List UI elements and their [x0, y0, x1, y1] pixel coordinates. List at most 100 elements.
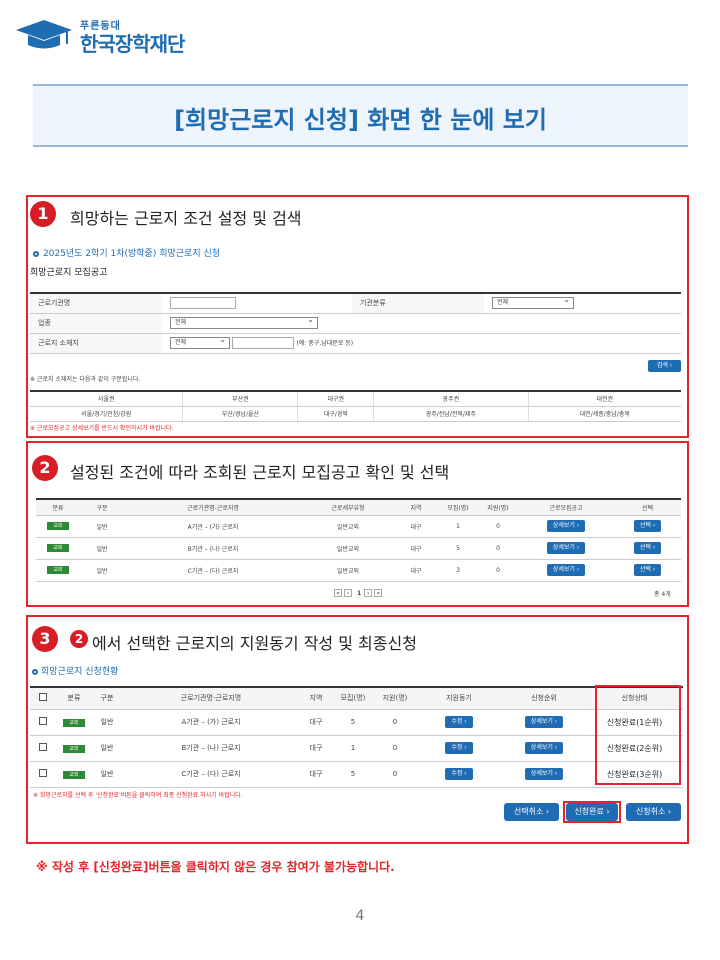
col-header: 모집(명)	[438, 499, 478, 516]
bullet-icon	[33, 250, 39, 257]
location-select[interactable]: 전체	[170, 335, 230, 349]
view-button[interactable]: 상세보기 ›	[546, 564, 586, 576]
cancel-select-button[interactable]: 선택취소 ›	[504, 803, 559, 821]
pagination: «‹ 1 ›»	[334, 589, 384, 597]
col-header: 근로세부유형	[302, 499, 394, 516]
view-button[interactable]: 상세보기 ›	[546, 542, 586, 554]
region-head: 서울권	[30, 391, 184, 407]
col-header: 근로모집공고	[518, 499, 614, 516]
col-header: 분류	[56, 687, 92, 710]
detail-note: ※ 근로모집공고 상세보기를 반드시 확인하시기 바랍니다.	[30, 425, 174, 432]
region-head: 대전권	[528, 391, 681, 407]
row-checkbox[interactable]	[39, 743, 47, 751]
select-button[interactable]: 선택 ›	[633, 564, 662, 576]
industry-select[interactable]: 전체	[170, 315, 318, 329]
last-page-button[interactable]: »	[374, 589, 383, 597]
region-body: 광주/전남/전북/제주	[373, 406, 529, 422]
applied-cell: 0	[478, 559, 518, 582]
view-button[interactable]: 상세보기 ›	[524, 768, 564, 780]
view-button[interactable]: 상세보기 ›	[524, 742, 564, 754]
kosaf-logo: 푸른등대 한국장학재단	[16, 16, 216, 56]
edit-motivation-button[interactable]: 수정 ›	[445, 742, 473, 754]
col-header: 지원(명)	[374, 687, 416, 710]
page-number: 4	[355, 908, 365, 924]
table-row: 교외 일반 B기관 – (나) 근로지 대구 1 0 수정 › 상세보기 › 신…	[30, 735, 683, 762]
view-button[interactable]: 상세보기 ›	[524, 716, 564, 728]
step2-heading: 설정된 조건에 따라 조회된 근로지 모집공고 확인 및 선택	[70, 463, 450, 482]
category-select[interactable]: 전체	[492, 295, 574, 310]
detail-cell: 일반교외	[302, 515, 394, 538]
category-label: 기관분류	[352, 293, 484, 314]
location-input[interactable]	[232, 337, 295, 349]
region-body: 서울/경기/인천/강원	[30, 406, 184, 422]
category-badge: 교외	[63, 770, 85, 779]
type-cell: 일반	[92, 735, 122, 762]
edit-motivation-button[interactable]: 수정 ›	[445, 768, 473, 780]
region-cell: 대구	[394, 537, 438, 560]
table-row: 교외 일반 A기관 – (가) 근로지 대구 5 0 수정 › 상세보기 › 신…	[30, 709, 683, 736]
select-button[interactable]: 선택 ›	[633, 520, 662, 532]
name-cell: C기관 – (다) 근로지	[124, 559, 302, 582]
applied-cell: 0	[374, 709, 416, 736]
col-header: 지원(명)	[478, 499, 518, 516]
bullet-icon	[32, 668, 38, 675]
recruit-cell: 3	[438, 559, 478, 582]
region-cell: 대구	[394, 515, 438, 538]
view-button[interactable]: 상세보기 ›	[546, 520, 586, 532]
board-title: 희망근로지 모집공고	[30, 268, 108, 278]
name-cell: B기관 – (나) 근로지	[122, 735, 300, 762]
industry-label: 업종	[30, 313, 162, 334]
table-row: 교외 일반 C기관 – (다) 근로지 일반교외 대구 3 0 상세보기 › 선…	[36, 559, 681, 582]
step2-ref-number: 2	[70, 630, 88, 648]
category-badge: 교외	[47, 522, 69, 530]
step1-heading: 희망하는 근로지 조건 설정 및 검색	[70, 209, 302, 228]
region-table: 서울권 부산권 대구권 광주권 대전권 서울/경기/인천/강원 부산/경남/울산…	[30, 390, 681, 422]
title-bottom-rule	[33, 145, 688, 147]
applied-cell: 0	[478, 537, 518, 560]
filter-table: 근로기관명 기관분류 전체 업종 전체 근로지 소재지 전체 (예: 중구,남대…	[30, 292, 681, 354]
type-cell: 일반	[80, 537, 124, 560]
region-head: 대구권	[297, 391, 375, 407]
col-header: 모집(명)	[332, 687, 374, 710]
region-body: 대전/세종/충남/충북	[528, 406, 681, 422]
region-body: 부산/경남/울산	[182, 406, 299, 422]
logo-name: 한국장학재단	[80, 32, 185, 56]
detail-cell: 일반교외	[302, 537, 394, 560]
applied-cell: 0	[374, 735, 416, 762]
name-cell: C기관 – (다) 근로지	[122, 761, 300, 788]
current-page[interactable]: 1	[357, 590, 361, 597]
row-checkbox[interactable]	[39, 717, 47, 725]
complete-button[interactable]: 신청완료 ›	[566, 803, 618, 821]
select-button[interactable]: 선택 ›	[633, 542, 662, 554]
step3-heading: 에서 선택한 근로지의 지원동기 작성 및 최종신청	[92, 634, 417, 653]
prev-page-button[interactable]: ‹	[344, 589, 352, 597]
step2-number: 2	[32, 455, 58, 481]
first-page-button[interactable]: «	[334, 589, 342, 597]
table-row: 교외 일반 B기관 – (나) 근로지 일반교외 대구 5 0 상세보기 › 선…	[36, 537, 681, 560]
recruit-cell: 5	[332, 761, 374, 788]
step3-number: 3	[32, 626, 58, 652]
edit-motivation-button[interactable]: 수정 ›	[445, 716, 473, 728]
search-button[interactable]: 검색 ›	[648, 360, 681, 372]
category-badge: 교외	[63, 718, 85, 727]
col-header: 지원동기	[416, 687, 502, 710]
region-body: 대구/경북	[297, 406, 375, 422]
col-header: 분류	[36, 499, 80, 516]
region-head: 광주권	[373, 391, 529, 407]
select-all-checkbox[interactable]	[39, 693, 47, 702]
recruit-cell: 1	[438, 515, 478, 538]
col-header: 구분	[92, 687, 122, 710]
row-checkbox[interactable]	[39, 769, 47, 777]
step1-number: 1	[30, 201, 56, 227]
recruit-cell: 5	[438, 537, 478, 560]
applied-cell: 0	[374, 761, 416, 788]
apply-note: ※ 희망근로지를 선택 후 '신청완료'버튼을 클릭하여 최종 신청완료 하시기…	[33, 792, 243, 799]
region-cell: 대구	[300, 735, 332, 762]
table-row: 교외 일반 C기관 – (다) 근로지 대구 5 0 수정 › 상세보기 › 신…	[30, 761, 683, 788]
graduation-cap-icon	[16, 20, 72, 49]
table-row: 교외 일반 A기관 – (가) 근로지 일반교외 대구 1 0 상세보기 › 선…	[36, 515, 681, 538]
cancel-apply-button[interactable]: 신청취소 ›	[626, 803, 681, 821]
next-page-button[interactable]: ›	[364, 589, 373, 597]
warning-text: ※ 작성 후 [신청완료]버튼을 클릭하지 않은 경우 참여가 불가능합니다.	[36, 860, 395, 874]
org-input[interactable]	[170, 297, 236, 310]
